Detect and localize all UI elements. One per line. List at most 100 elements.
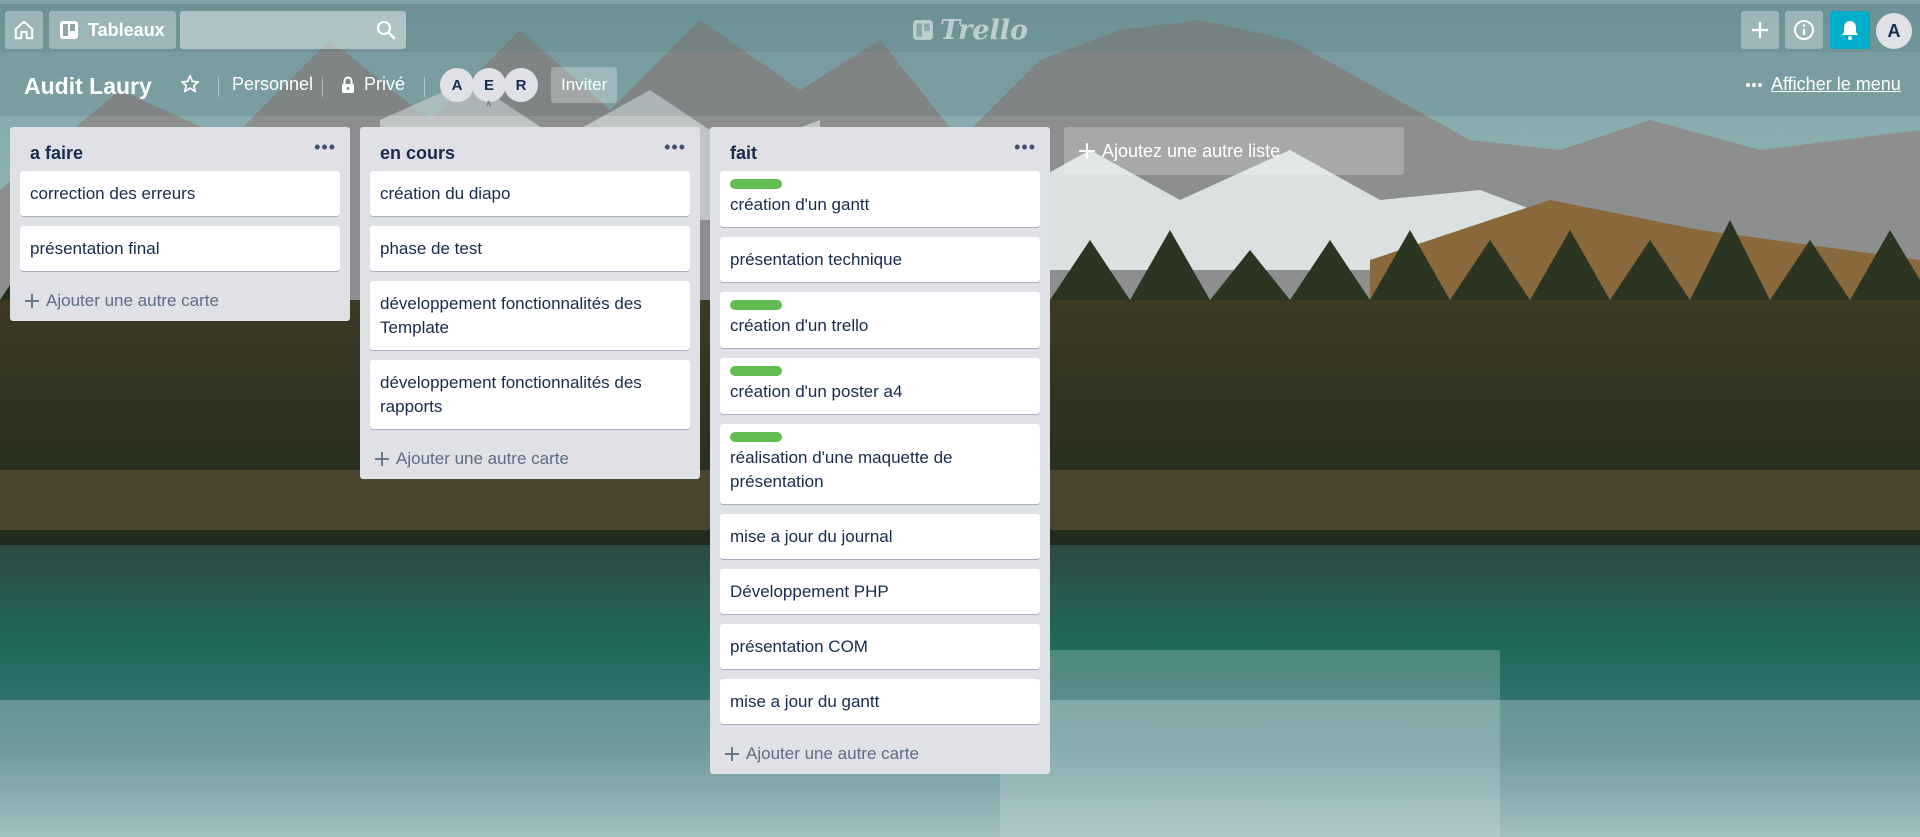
list-header: a faire ••• <box>10 127 350 171</box>
card-title: création d'un trello <box>730 316 869 335</box>
list-title[interactable]: en cours <box>380 143 455 164</box>
card-title: mise a jour du journal <box>730 527 893 546</box>
card-title: Développement PHP <box>730 582 889 601</box>
card[interactable]: développement fonctionnalités des rappor… <box>370 360 690 429</box>
admin-chevron-icon: ∧ <box>485 98 493 108</box>
member-initial: E <box>483 76 494 94</box>
card-title: mise a jour du gantt <box>730 692 880 711</box>
card[interactable]: Développement PHP <box>720 569 1040 614</box>
card-title: création d'un poster a4 <box>730 382 903 401</box>
member-avatar[interactable]: E ∧ <box>472 68 506 108</box>
card[interactable]: correction des erreurs <box>20 171 340 216</box>
lock-icon <box>340 75 356 94</box>
divider <box>424 77 425 97</box>
card-title: présentation COM <box>730 637 868 656</box>
plus-icon <box>724 746 740 762</box>
card[interactable]: création d'un trello <box>720 292 1040 348</box>
list-header: en cours ••• <box>360 127 700 171</box>
card[interactable]: développement fonctionnalités des Templa… <box>370 281 690 350</box>
info-icon <box>1793 19 1815 41</box>
plus-icon <box>24 293 40 309</box>
add-card-button[interactable]: Ajouter une autre carte <box>710 734 1050 774</box>
card-title: phase de test <box>380 239 483 258</box>
plus-icon <box>1750 20 1770 40</box>
card[interactable]: réalisation d'une maquette de présentati… <box>720 424 1040 504</box>
info-button[interactable] <box>1785 11 1823 49</box>
trello-logo-text: Trello <box>940 14 1029 46</box>
list-fait: fait ••• création d'un gantt présentation… <box>710 127 1050 774</box>
more-icon <box>1745 82 1763 88</box>
list-a-faire: a faire ••• correction des erreurs présen… <box>10 127 350 321</box>
star-button[interactable] <box>180 74 200 94</box>
card-container: correction des erreurs présentation final <box>10 171 350 271</box>
user-avatar[interactable]: A <box>1876 13 1912 49</box>
card-title: création du diapo <box>380 184 511 203</box>
list-menu-icon[interactable]: ••• <box>1014 137 1036 158</box>
card[interactable]: présentation COM <box>720 624 1040 669</box>
card-title: développement fonctionnalités des rappor… <box>380 373 642 416</box>
card-label-green[interactable] <box>730 366 782 376</box>
show-menu-label: Afficher le menu <box>1771 74 1901 94</box>
card-title: création d'un gantt <box>730 195 870 214</box>
board-title[interactable]: Audit Laury <box>24 73 152 100</box>
card[interactable]: phase de test <box>370 226 690 271</box>
board-header: Audit Laury Personnel Privé A E ∧ R Invi… <box>0 52 1920 116</box>
member-avatar[interactable]: R <box>504 68 538 102</box>
card[interactable]: création d'un gantt <box>720 171 1040 227</box>
list-header: fait ••• <box>710 127 1050 171</box>
list-menu-icon[interactable]: ••• <box>314 137 336 158</box>
add-card-label: Ajouter une autre carte <box>396 449 569 468</box>
divider <box>322 77 323 97</box>
boards-label: Tableaux <box>88 19 165 40</box>
card-label-green[interactable] <box>730 300 782 310</box>
card[interactable]: présentation technique <box>720 237 1040 282</box>
add-card-label: Ajouter une autre carte <box>746 744 919 763</box>
card[interactable]: mise a jour du gantt <box>720 679 1040 724</box>
card-container: création du diapo phase de test développem… <box>360 171 700 429</box>
add-card-label: Ajouter une autre carte <box>46 291 219 310</box>
card-title: correction des erreurs <box>30 184 196 203</box>
team-button[interactable]: Personnel <box>232 74 313 95</box>
star-icon <box>180 74 200 94</box>
add-list-button[interactable]: Ajoutez une autre liste <box>1064 127 1404 175</box>
card[interactable]: présentation final <box>20 226 340 271</box>
card-title: présentation technique <box>730 250 903 269</box>
search-icon <box>376 20 396 40</box>
visibility-label: Privé <box>364 74 406 94</box>
team-label: Personnel <box>232 74 314 94</box>
bell-icon <box>1840 19 1860 41</box>
card-title: réalisation d'une maquette de présentati… <box>730 448 953 491</box>
board-members: A E ∧ R <box>440 68 538 108</box>
card[interactable]: création du diapo <box>370 171 690 216</box>
plus-icon <box>374 451 390 467</box>
create-button[interactable] <box>1741 11 1779 49</box>
trello-logo[interactable]: Trello <box>912 14 1029 46</box>
member-avatar[interactable]: A <box>440 68 474 102</box>
card-container: création d'un gantt présentation techniqu… <box>710 171 1050 724</box>
trello-logo-icon <box>912 19 934 41</box>
show-menu-button[interactable]: Afficher le menu <box>1745 74 1901 95</box>
add-list-label: Ajoutez une autre liste <box>1102 140 1281 161</box>
notifications-button[interactable] <box>1830 11 1870 49</box>
boards-button[interactable]: Tableaux <box>49 11 176 49</box>
list-en-cours: en cours ••• création du diapo phase de t… <box>360 127 700 479</box>
top-header: Tableaux Trello A <box>0 4 1920 52</box>
list-menu-icon[interactable]: ••• <box>664 137 686 158</box>
search-input[interactable] <box>180 11 406 49</box>
card-label-green[interactable] <box>730 432 782 442</box>
list-title[interactable]: fait <box>730 143 757 164</box>
card-title: présentation final <box>30 239 160 258</box>
visibility-button[interactable]: Privé <box>340 74 405 95</box>
list-title[interactable]: a faire <box>30 143 83 164</box>
card-label-green[interactable] <box>730 179 782 189</box>
home-button[interactable] <box>5 11 43 49</box>
plus-icon <box>1078 142 1096 160</box>
invite-button[interactable]: Inviter <box>551 67 618 103</box>
boards-icon <box>59 20 79 40</box>
card[interactable]: création d'un poster a4 <box>720 358 1040 414</box>
home-icon <box>13 19 35 41</box>
card-title: développement fonctionnalités des Templa… <box>380 294 642 337</box>
add-card-button[interactable]: Ajouter une autre carte <box>360 439 700 479</box>
add-card-button[interactable]: Ajouter une autre carte <box>10 281 350 321</box>
card[interactable]: mise a jour du journal <box>720 514 1040 559</box>
